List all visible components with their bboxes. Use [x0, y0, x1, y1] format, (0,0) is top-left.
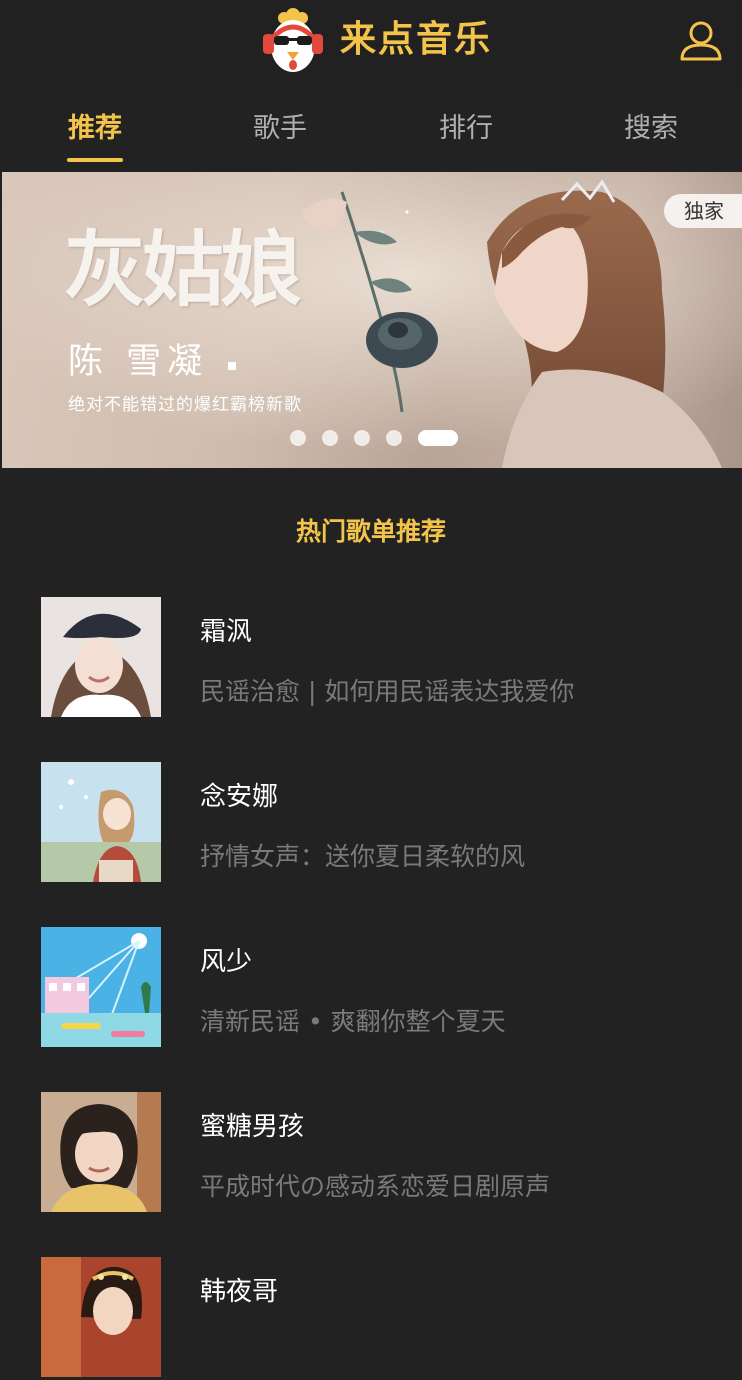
- banner-artist: 陈 雪凝: [68, 342, 209, 382]
- playlist-name: 韩夜哥: [200, 1277, 279, 1307]
- playlist-cover: [41, 927, 161, 1047]
- carousel-dot[interactable]: [322, 430, 338, 446]
- carousel-dot[interactable]: [386, 430, 402, 446]
- tab-singers[interactable]: 歌手: [220, 110, 340, 148]
- tab-bar: 推荐 歌手 排行 搜索: [0, 84, 742, 172]
- playlist-desc: 民谣治愈 | 如何用民谣表达我爱你: [200, 677, 575, 706]
- playlist-item[interactable]: 念安娜 抒情女声：送你夏日柔软的风: [0, 761, 742, 885]
- playlist-cover: [41, 762, 161, 882]
- active-tab-indicator: [67, 158, 123, 162]
- banner-decorative-square: [228, 362, 236, 370]
- banner-tagline: 绝对不能错过的爆红霸榜新歌: [68, 395, 302, 415]
- playlist-item[interactable]: 霜沨 民谣治愈 | 如何用民谣表达我爱你: [0, 596, 742, 720]
- carousel-dot[interactable]: [354, 430, 370, 446]
- playlist-item[interactable]: 蜜糖男孩 平成时代の感动系恋爱日剧原声: [0, 1091, 742, 1215]
- exclusive-badge: 独家: [664, 194, 742, 228]
- rooster-headphones-icon: [262, 8, 324, 74]
- banner-image: [2, 172, 742, 468]
- playlist-name: 蜜糖男孩: [200, 1112, 305, 1142]
- tab-rankings[interactable]: 排行: [406, 110, 526, 148]
- playlist-desc: 抒情女声：送你夏日柔软的风: [200, 842, 526, 871]
- user-icon[interactable]: [678, 18, 724, 64]
- playlist-desc: 平成时代の感动系恋爱日剧原声: [200, 1172, 551, 1201]
- playlist-name: 念安娜: [200, 782, 279, 812]
- tab-search[interactable]: 搜索: [591, 110, 711, 148]
- app-title: 来点音乐: [340, 19, 493, 60]
- playlist-cover: [41, 597, 161, 717]
- carousel-dot-active[interactable]: [418, 430, 458, 446]
- banner-carousel[interactable]: 灰姑娘 陈 雪凝 绝对不能错过的爆红霸榜新歌 独家: [2, 172, 742, 468]
- section-title: 热门歌单推荐: [295, 517, 446, 546]
- app-header: 来点音乐: [0, 0, 742, 84]
- playlist-item[interactable]: 韩夜哥: [0, 1256, 742, 1380]
- playlist-cover: [41, 1257, 161, 1377]
- playlist-name: 霜沨: [200, 617, 253, 647]
- tab-recommend[interactable]: 推荐: [35, 110, 155, 148]
- carousel-dot[interactable]: [290, 430, 306, 446]
- playlist-desc: 清新民谣 • 爽翻你整个夏天: [200, 1007, 506, 1036]
- banner-title: 灰姑娘: [64, 222, 302, 318]
- playlist-cover: [41, 1092, 161, 1212]
- playlist-name: 风少: [200, 947, 253, 977]
- playlist-item[interactable]: 风少 清新民谣 • 爽翻你整个夏天: [0, 926, 742, 1050]
